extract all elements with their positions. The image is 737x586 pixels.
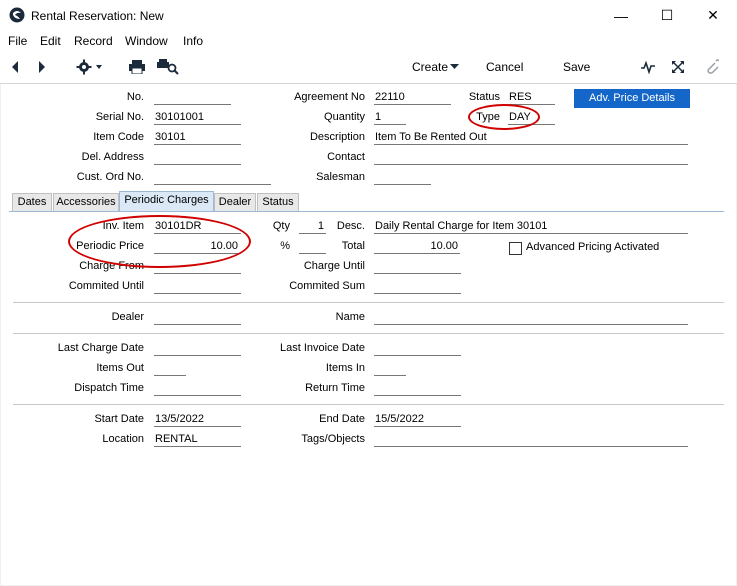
- salesman-label: Salesman: [316, 171, 365, 183]
- menu-bar: File Edit Record Window Info: [0, 31, 737, 51]
- last-invoice-date-field[interactable]: [374, 342, 461, 356]
- dealer-label: Dealer: [111, 311, 144, 323]
- del-address-field[interactable]: [154, 151, 241, 165]
- percent-field[interactable]: [299, 240, 326, 254]
- cust-ord-no-field[interactable]: [154, 171, 271, 185]
- item-code-field[interactable]: 30101: [154, 131, 241, 145]
- menu-record[interactable]: Record: [74, 34, 113, 48]
- dispatch-time-label: Dispatch Time: [74, 382, 144, 394]
- periodic-price-annotation-ellipse: [68, 215, 251, 268]
- menu-edit[interactable]: Edit: [40, 34, 61, 48]
- agreement-no-label: Agreement No: [294, 91, 365, 103]
- total-label: Total: [341, 240, 365, 252]
- last-charge-date-label: Last Charge Date: [57, 342, 144, 354]
- type-annotation-ellipse: [468, 104, 540, 130]
- quantity-label: Quantity: [324, 111, 365, 123]
- return-time-field[interactable]: [374, 382, 461, 396]
- expand-icon[interactable]: [671, 60, 685, 74]
- commited-until-label: Commited Until: [68, 280, 144, 292]
- tab-dates[interactable]: Dates: [12, 193, 52, 211]
- create-button[interactable]: Create: [412, 60, 448, 74]
- cust-ord-no-label: Cust. Ord No.: [76, 171, 144, 183]
- commited-sum-label: Commited Sum: [289, 280, 365, 292]
- items-in-label: Items In: [325, 362, 365, 374]
- no-field[interactable]: [154, 91, 231, 105]
- status-field[interactable]: RES: [508, 91, 555, 105]
- description-label: Description: [309, 131, 365, 143]
- description-field[interactable]: Item To Be Rented Out: [374, 131, 688, 145]
- app-logo-icon: [9, 7, 25, 23]
- chevron-down-icon[interactable]: [450, 64, 459, 70]
- status-label: Status: [468, 91, 500, 103]
- last-invoice-date-label: Last Invoice Date: [280, 342, 365, 354]
- tab-periodic-charges[interactable]: Periodic Charges: [119, 191, 214, 211]
- desc-label: Desc.: [336, 220, 365, 232]
- name-label: Name: [335, 311, 365, 323]
- quantity-field[interactable]: 1: [374, 111, 406, 125]
- last-charge-date-field[interactable]: [154, 342, 241, 356]
- tab-accessories[interactable]: Accessories: [53, 193, 119, 211]
- percent-label: %: [280, 240, 290, 252]
- maximize-button[interactable]: ☐: [644, 0, 690, 31]
- save-button[interactable]: Save: [563, 60, 590, 74]
- dispatch-time-field[interactable]: [154, 382, 241, 396]
- end-date-field[interactable]: 15/5/2022: [374, 413, 461, 427]
- toolbar: Create Cancel Save: [0, 51, 737, 84]
- serial-no-label: Serial No.: [95, 111, 144, 123]
- salesman-field[interactable]: [374, 171, 431, 185]
- charge-until-field[interactable]: [374, 260, 461, 274]
- previous-record-icon[interactable]: [10, 60, 20, 74]
- commited-sum-field[interactable]: [374, 280, 461, 294]
- end-date-label: End Date: [319, 413, 365, 425]
- items-in-field[interactable]: [374, 362, 406, 376]
- del-address-label: Del. Address: [81, 151, 144, 163]
- return-time-label: Return Time: [305, 382, 365, 394]
- dealer-field[interactable]: [154, 311, 241, 325]
- print-icon[interactable]: [129, 60, 145, 74]
- minimize-button[interactable]: —: [598, 0, 644, 31]
- agreement-no-field[interactable]: 22110: [374, 91, 451, 105]
- gear-icon[interactable]: [76, 59, 104, 75]
- tab-status[interactable]: Status: [257, 193, 299, 211]
- start-date-field[interactable]: 13/5/2022: [154, 413, 241, 427]
- serial-no-field[interactable]: 30101001: [154, 111, 241, 125]
- item-code-label: Item Code: [93, 131, 144, 143]
- commited-until-field[interactable]: [154, 280, 241, 294]
- section-divider: [13, 333, 724, 334]
- section-divider: [13, 404, 724, 405]
- contact-label: Contact: [327, 151, 365, 163]
- qty-label: Qty: [272, 220, 290, 232]
- items-out-field[interactable]: [154, 362, 186, 376]
- location-field[interactable]: RENTAL: [154, 433, 241, 447]
- start-date-label: Start Date: [94, 413, 144, 425]
- next-record-icon[interactable]: [37, 60, 47, 74]
- no-label: No.: [126, 91, 144, 103]
- close-button[interactable]: ✕: [690, 0, 736, 31]
- name-field[interactable]: [374, 311, 688, 325]
- print-preview-icon[interactable]: [157, 59, 179, 75]
- adv-price-details-button[interactable]: Adv. Price Details: [574, 89, 690, 108]
- section-divider: [13, 302, 724, 303]
- tab-dealer[interactable]: Dealer: [214, 193, 256, 211]
- window-title: Rental Reservation: New: [31, 9, 164, 23]
- contact-field[interactable]: [374, 151, 688, 165]
- activity-icon[interactable]: [641, 60, 655, 74]
- location-label: Location: [102, 433, 144, 445]
- advanced-pricing-label: Advanced Pricing Activated: [526, 241, 660, 253]
- menu-info[interactable]: Info: [183, 34, 203, 48]
- advanced-pricing-checkbox[interactable]: [509, 242, 522, 255]
- items-out-label: Items Out: [96, 362, 144, 374]
- total-field[interactable]: 10.00: [374, 240, 460, 254]
- menu-file[interactable]: File: [8, 34, 27, 48]
- qty-field[interactable]: 1: [299, 220, 326, 234]
- desc-field[interactable]: Daily Rental Charge for Item 30101: [374, 220, 688, 234]
- tags-objects-label: Tags/Objects: [301, 433, 365, 445]
- title-bar: Rental Reservation: New — ☐ ✕: [0, 0, 737, 31]
- menu-window[interactable]: Window: [125, 34, 168, 48]
- tags-objects-field[interactable]: [374, 433, 688, 447]
- cancel-button[interactable]: Cancel: [486, 60, 523, 74]
- tab-strip-line: [9, 211, 724, 212]
- charge-until-label: Charge Until: [303, 260, 365, 272]
- attachment-icon[interactable]: [705, 59, 719, 75]
